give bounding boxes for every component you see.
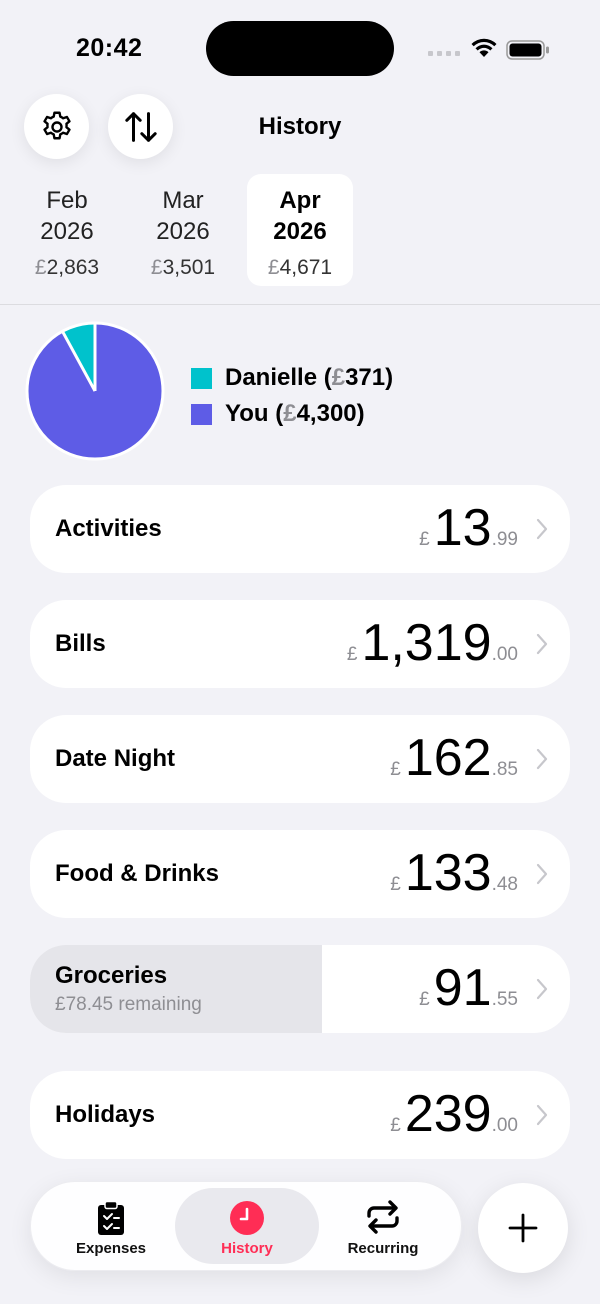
tab-bar: Expenses History Recurring xyxy=(30,1181,462,1271)
month-name: Feb xyxy=(46,187,88,214)
category-name: Food & Drinks xyxy=(55,860,220,887)
repeat-icon xyxy=(367,1200,399,1234)
chevron-right-icon xyxy=(536,1104,548,1126)
dynamic-island xyxy=(206,21,394,76)
battery-icon xyxy=(506,40,549,60)
category-amount: £1,319.00 xyxy=(346,614,518,672)
legend-swatch xyxy=(191,367,212,389)
sort-button[interactable] xyxy=(108,94,173,159)
category-amount: £91.55 xyxy=(419,959,518,1017)
tab-expenses[interactable]: Expenses xyxy=(39,1188,183,1264)
category-name: Activities xyxy=(55,515,162,542)
category-name: Date Night xyxy=(55,745,175,772)
tab-history[interactable]: History xyxy=(175,1188,319,1264)
legend-item-danielle: Danielle (£371) xyxy=(191,360,393,396)
tab-label: History xyxy=(221,1240,273,1257)
chevron-right-icon xyxy=(536,863,548,885)
tab-label: Expenses xyxy=(75,1240,147,1257)
category-card-activities[interactable]: Activities £13.99 xyxy=(30,485,570,573)
category-card-groceries[interactable]: Groceries £78.45 remaining £91.55 xyxy=(30,945,570,1033)
page-title: History xyxy=(258,113,342,140)
arrows-up-down-icon xyxy=(124,111,157,142)
category-amount: £239.00 xyxy=(390,1085,518,1143)
category-name: Groceries xyxy=(55,962,168,989)
category-amount: £13.99 xyxy=(419,499,518,557)
month-total: £2,863 xyxy=(34,256,100,279)
month-year: 2026 xyxy=(40,218,94,245)
divider xyxy=(0,304,600,305)
plus-icon xyxy=(508,1213,538,1243)
month-total: £4,671 xyxy=(267,256,333,279)
month-name: Mar xyxy=(162,187,204,214)
month-total: £3,501 xyxy=(150,256,216,279)
category-card-food-drinks[interactable]: Food & Drinks £133.48 xyxy=(30,830,570,918)
settings-button[interactable] xyxy=(24,94,89,159)
month-apr-2026[interactable]: Apr 2026 £4,671 xyxy=(247,174,353,286)
clipboard-check-icon xyxy=(98,1200,124,1235)
status-bar: 20:42 xyxy=(0,0,600,90)
status-time: 20:42 xyxy=(76,34,143,62)
category-card-bills[interactable]: Bills £1,319.00 xyxy=(30,600,570,688)
category-card-holidays[interactable]: Holidays £239.00 xyxy=(30,1071,570,1159)
gear-icon xyxy=(42,111,71,139)
category-card-date-night[interactable]: Date Night £162.85 xyxy=(30,715,570,803)
chevron-right-icon xyxy=(536,978,548,1000)
month-year: 2026 xyxy=(156,218,210,245)
chevron-right-icon xyxy=(536,518,548,540)
budget-remaining: £78.45 remaining xyxy=(55,994,202,1015)
category-name: Holidays xyxy=(55,1101,156,1128)
legend-swatch xyxy=(191,403,212,425)
chevron-right-icon xyxy=(536,748,548,770)
wifi-icon xyxy=(471,38,497,57)
tab-recurring[interactable]: Recurring xyxy=(311,1188,455,1264)
chevron-right-icon xyxy=(536,633,548,655)
pie-legend: Danielle (£371) You (£4,300) xyxy=(191,360,393,432)
month-feb-2026[interactable]: Feb 2026 £2,863 xyxy=(14,174,120,286)
status-icons xyxy=(428,36,550,62)
legend-item-you: You (£4,300) xyxy=(191,396,393,432)
month-mar-2026[interactable]: Mar 2026 £3,501 xyxy=(130,174,236,286)
signal-icon xyxy=(428,51,460,56)
clock-icon xyxy=(230,1201,264,1235)
add-expense-button[interactable] xyxy=(478,1183,568,1273)
tab-label: Recurring xyxy=(347,1240,419,1257)
month-year: 2026 xyxy=(273,218,327,245)
category-amount: £162.85 xyxy=(390,729,518,787)
spending-pie-chart xyxy=(25,321,165,461)
category-amount: £133.48 xyxy=(390,844,518,902)
category-name: Bills xyxy=(55,630,106,657)
month-name: Apr xyxy=(279,187,321,214)
